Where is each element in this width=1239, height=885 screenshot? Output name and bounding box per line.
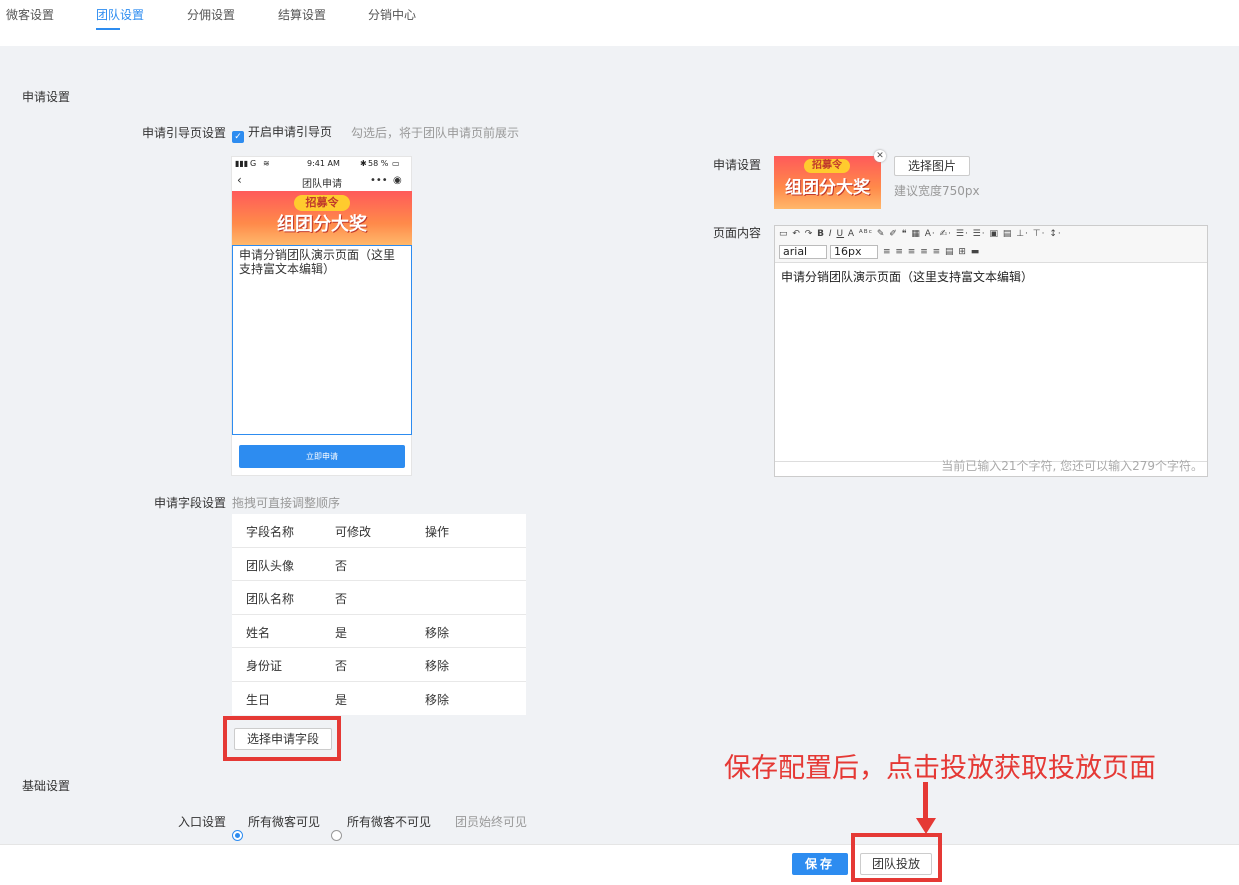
back-icon: ‹ [237,173,242,187]
tab-weike-settings[interactable]: 微客设置 [6,6,54,23]
section-title-basic: 基础设置 [22,779,71,793]
table-row[interactable]: 姓名 是 移除 [232,615,526,648]
image-label: 申请设置 [712,158,761,172]
field-name: 姓名 [246,625,271,640]
annotation-arrow-shaft [923,782,928,822]
field-editable: 是 [335,625,348,640]
phone-preview: ▮▮▮ G ≋ 9:41 AM ✱ 58 % ▭ ‹ 团队申请 ••• ◉ 招募… [231,156,412,476]
remove-image-icon[interactable]: ✕ [874,150,886,162]
field-name: 团队头像 [246,558,295,573]
bluetooth-icon: ✱ [360,159,367,168]
annotation-text: 保存配置后，点击投放获取投放页面 [724,753,1156,784]
status-time: 9:41 AM [307,159,340,168]
more-icon: ••• [370,175,388,186]
radio-label-all-visible[interactable]: 所有微客可见 [248,813,320,830]
field-name: 身份证 [246,659,283,673]
editor-char-counter: 当前已输入21个字符, 您还可以输入279个字符。 [941,459,1203,473]
header-field-name: 字段名称 [246,525,295,539]
radio-all-visible[interactable] [232,830,243,841]
table-row[interactable]: 身份证 否 移除 [232,648,526,682]
choose-image-button[interactable]: 选择图片 [894,156,970,176]
phone-nav-title: 团队申请 [302,179,342,190]
tab-distribution-center[interactable]: 分销中心 [368,6,416,23]
font-size-select[interactable]: 16px [830,245,878,259]
apply-now-button: 立即申请 [239,445,405,468]
field-editable: 否 [335,558,348,573]
guide-hint: 勾选后，将于团队申请页前展示 [351,126,520,140]
radio-all-invisible[interactable] [331,830,342,841]
image-size-hint: 建议宽度750px [894,184,980,198]
active-tab-indicator [96,28,120,30]
field-editable: 否 [335,659,348,673]
apply-image-thumbnail: 招募令 组团分大奖 [774,156,881,209]
highlight-box-deploy [851,833,942,882]
guide-page-label: 申请引导页设置 [141,126,226,140]
guide-checkbox-label[interactable]: 开启申请引导页 [248,123,332,140]
banner-pill: 招募令 [294,195,350,211]
field-name: 生日 [246,692,271,707]
entry-settings-label: 入口设置 [177,815,226,829]
signal-icon: ▮▮▮ [235,159,249,168]
phone-status-bar: ▮▮▮ G ≋ 9:41 AM ✱ 58 % ▭ [232,157,411,171]
align-icons[interactable]: ≡ ≡ ≡ ≡ ≡ ▤ ⊞ ▬ [883,247,980,257]
fields-label: 申请字段设置 [153,496,226,510]
wifi-icon: ≋ [263,159,270,168]
banner-headline: 组团分大奖 [277,214,367,235]
battery-icon: ▭ [392,159,400,168]
footer-bar [0,844,1239,885]
fields-hint: 拖拽可直接调整顺序 [232,496,341,510]
tab-commission-settings[interactable]: 分佣设置 [187,6,235,23]
field-editable: 是 [335,692,348,707]
header-action: 操作 [425,525,450,539]
section-title-apply: 申请设置 [22,90,71,104]
phone-nav-bar: ‹ 团队申请 ••• ◉ [232,171,411,191]
thumb-banner-headline: 组团分大奖 [785,178,870,198]
table-row[interactable]: 团队头像 否 [232,548,526,581]
remove-field-link[interactable]: 移除 [425,624,449,641]
table-row[interactable]: 团队名称 否 [232,581,526,615]
network-type: G [250,159,257,168]
remove-field-link[interactable]: 移除 [425,691,449,708]
tab-settlement-settings[interactable]: 结算设置 [278,6,326,23]
rich-text-editor[interactable]: ▭ ↶ ↷ B I U A ᴬᴮᶜ ✎ ✐ ❝ ▦ A· ✍· ☰· ☰· ▣ … [774,225,1208,477]
radio-label-all-invisible[interactable]: 所有微客不可见 [347,813,431,830]
save-button[interactable]: 保存 [792,853,848,875]
radio-label-members-visible[interactable]: 团员始终可见 [455,813,527,830]
target-icon: ◉ [393,175,402,186]
remove-field-link[interactable]: 移除 [425,657,449,674]
annotation-arrow-head [916,818,936,834]
guide-page-checkbox[interactable]: ✓ [232,131,244,143]
phone-banner: 招募令 组团分大奖 [232,191,412,245]
table-row[interactable]: 生日 是 移除 [232,682,526,716]
font-family-select[interactable]: arial [779,245,827,259]
table-header-row: 字段名称 可修改 操作 [232,514,526,548]
battery-level: 58 % [368,159,389,168]
editor-toolbar: ▭ ↶ ↷ B I U A ᴬᴮᶜ ✎ ✐ ❝ ▦ A· ✍· ☰· ☰· ▣ … [775,226,1207,263]
field-editable: 否 [335,592,348,606]
page-content-label: 页面内容 [712,226,761,240]
field-name: 团队名称 [246,592,295,606]
phone-content: 申请分销团队演示页面（这里支持富文本编辑） [232,245,412,435]
editor-content[interactable]: 申请分销团队演示页面（这里支持富文本编辑） [781,268,1033,285]
fields-table: 字段名称 可修改 操作 团队头像 否 团队名称 否 姓名 是 移除 身份证 否 … [232,514,526,715]
tab-team-settings[interactable]: 团队设置 [96,6,144,23]
thumb-banner-pill: 招募令 [804,159,850,173]
editor-toolbar-icons[interactable]: ▭ ↶ ↷ B I U A ᴬᴮᶜ ✎ ✐ ❝ ▦ A· ✍· ☰· ☰· ▣ … [779,229,1062,239]
top-tabs: 微客设置 团队设置 分佣设置 结算设置 分销中心 [0,0,1239,46]
highlight-box-select-fields [223,716,341,761]
header-editable: 可修改 [335,525,372,539]
